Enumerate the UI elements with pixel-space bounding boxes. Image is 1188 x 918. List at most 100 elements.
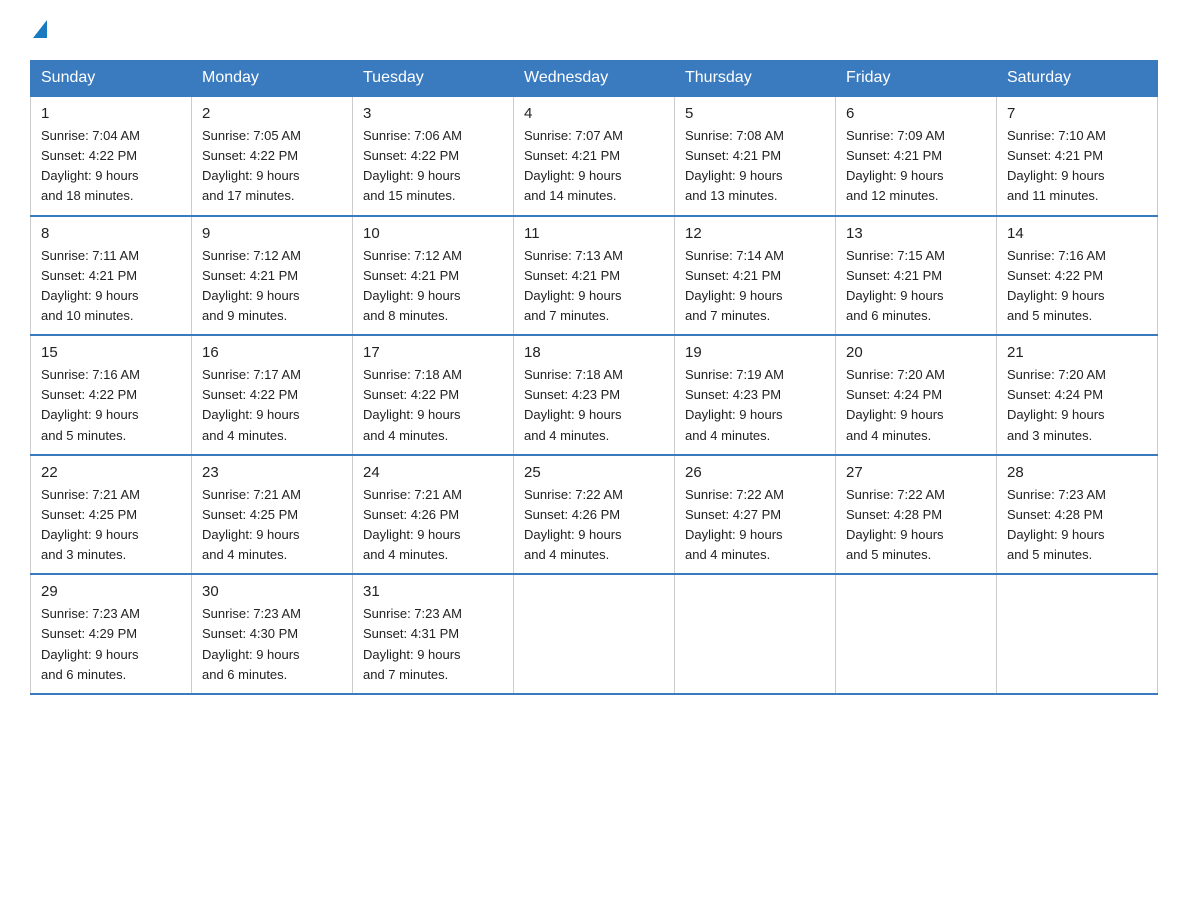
- day-info: Sunrise: 7:15 AMSunset: 4:21 PMDaylight:…: [846, 248, 945, 323]
- day-number: 31: [363, 583, 503, 600]
- calendar-cell: [514, 574, 675, 694]
- day-number: 5: [685, 105, 825, 122]
- calendar-week-row: 15 Sunrise: 7:16 AMSunset: 4:22 PMDaylig…: [31, 335, 1158, 455]
- day-number: 6: [846, 105, 986, 122]
- day-info: Sunrise: 7:23 AMSunset: 4:29 PMDaylight:…: [41, 606, 140, 681]
- day-number: 18: [524, 344, 664, 361]
- day-info: Sunrise: 7:23 AMSunset: 4:30 PMDaylight:…: [202, 606, 301, 681]
- day-info: Sunrise: 7:21 AMSunset: 4:26 PMDaylight:…: [363, 487, 462, 562]
- day-info: Sunrise: 7:06 AMSunset: 4:22 PMDaylight:…: [363, 128, 462, 203]
- day-info: Sunrise: 7:12 AMSunset: 4:21 PMDaylight:…: [363, 248, 462, 323]
- day-info: Sunrise: 7:16 AMSunset: 4:22 PMDaylight:…: [41, 367, 140, 442]
- day-number: 14: [1007, 225, 1147, 242]
- day-number: 20: [846, 344, 986, 361]
- day-number: 22: [41, 464, 181, 481]
- calendar-cell: 28 Sunrise: 7:23 AMSunset: 4:28 PMDaylig…: [997, 455, 1158, 575]
- day-info: Sunrise: 7:23 AMSunset: 4:31 PMDaylight:…: [363, 606, 462, 681]
- day-info: Sunrise: 7:04 AMSunset: 4:22 PMDaylight:…: [41, 128, 140, 203]
- day-number: 21: [1007, 344, 1147, 361]
- calendar-cell: 29 Sunrise: 7:23 AMSunset: 4:29 PMDaylig…: [31, 574, 192, 694]
- day-number: 8: [41, 225, 181, 242]
- calendar: SundayMondayTuesdayWednesdayThursdayFrid…: [30, 60, 1158, 695]
- calendar-cell: 22 Sunrise: 7:21 AMSunset: 4:25 PMDaylig…: [31, 455, 192, 575]
- day-info: Sunrise: 7:19 AMSunset: 4:23 PMDaylight:…: [685, 367, 784, 442]
- day-info: Sunrise: 7:21 AMSunset: 4:25 PMDaylight:…: [202, 487, 301, 562]
- calendar-cell: [675, 574, 836, 694]
- day-info: Sunrise: 7:20 AMSunset: 4:24 PMDaylight:…: [1007, 367, 1106, 442]
- day-info: Sunrise: 7:10 AMSunset: 4:21 PMDaylight:…: [1007, 128, 1106, 203]
- calendar-cell: 3 Sunrise: 7:06 AMSunset: 4:22 PMDayligh…: [353, 96, 514, 216]
- calendar-cell: [836, 574, 997, 694]
- calendar-cell: 18 Sunrise: 7:18 AMSunset: 4:23 PMDaylig…: [514, 335, 675, 455]
- calendar-cell: 9 Sunrise: 7:12 AMSunset: 4:21 PMDayligh…: [192, 216, 353, 336]
- calendar-week-row: 29 Sunrise: 7:23 AMSunset: 4:29 PMDaylig…: [31, 574, 1158, 694]
- day-number: 7: [1007, 105, 1147, 122]
- day-info: Sunrise: 7:18 AMSunset: 4:22 PMDaylight:…: [363, 367, 462, 442]
- day-info: Sunrise: 7:22 AMSunset: 4:28 PMDaylight:…: [846, 487, 945, 562]
- day-number: 4: [524, 105, 664, 122]
- day-info: Sunrise: 7:05 AMSunset: 4:22 PMDaylight:…: [202, 128, 301, 203]
- day-number: 25: [524, 464, 664, 481]
- day-info: Sunrise: 7:13 AMSunset: 4:21 PMDaylight:…: [524, 248, 623, 323]
- day-info: Sunrise: 7:09 AMSunset: 4:21 PMDaylight:…: [846, 128, 945, 203]
- calendar-cell: 16 Sunrise: 7:17 AMSunset: 4:22 PMDaylig…: [192, 335, 353, 455]
- day-info: Sunrise: 7:08 AMSunset: 4:21 PMDaylight:…: [685, 128, 784, 203]
- day-number: 2: [202, 105, 342, 122]
- day-number: 11: [524, 225, 664, 242]
- calendar-cell: 31 Sunrise: 7:23 AMSunset: 4:31 PMDaylig…: [353, 574, 514, 694]
- column-header-monday: Monday: [192, 61, 353, 97]
- calendar-cell: 7 Sunrise: 7:10 AMSunset: 4:21 PMDayligh…: [997, 96, 1158, 216]
- calendar-cell: 12 Sunrise: 7:14 AMSunset: 4:21 PMDaylig…: [675, 216, 836, 336]
- column-header-tuesday: Tuesday: [353, 61, 514, 97]
- day-info: Sunrise: 7:21 AMSunset: 4:25 PMDaylight:…: [41, 487, 140, 562]
- calendar-cell: 27 Sunrise: 7:22 AMSunset: 4:28 PMDaylig…: [836, 455, 997, 575]
- calendar-week-row: 8 Sunrise: 7:11 AMSunset: 4:21 PMDayligh…: [31, 216, 1158, 336]
- calendar-cell: 13 Sunrise: 7:15 AMSunset: 4:21 PMDaylig…: [836, 216, 997, 336]
- calendar-week-row: 1 Sunrise: 7:04 AMSunset: 4:22 PMDayligh…: [31, 96, 1158, 216]
- calendar-cell: 20 Sunrise: 7:20 AMSunset: 4:24 PMDaylig…: [836, 335, 997, 455]
- day-number: 19: [685, 344, 825, 361]
- day-number: 1: [41, 105, 181, 122]
- calendar-cell: [997, 574, 1158, 694]
- day-number: 13: [846, 225, 986, 242]
- logo: [30, 20, 47, 40]
- day-number: 29: [41, 583, 181, 600]
- calendar-cell: 15 Sunrise: 7:16 AMSunset: 4:22 PMDaylig…: [31, 335, 192, 455]
- day-info: Sunrise: 7:22 AMSunset: 4:27 PMDaylight:…: [685, 487, 784, 562]
- day-number: 28: [1007, 464, 1147, 481]
- day-number: 24: [363, 464, 503, 481]
- calendar-cell: 1 Sunrise: 7:04 AMSunset: 4:22 PMDayligh…: [31, 96, 192, 216]
- column-header-thursday: Thursday: [675, 61, 836, 97]
- calendar-cell: 8 Sunrise: 7:11 AMSunset: 4:21 PMDayligh…: [31, 216, 192, 336]
- calendar-week-row: 22 Sunrise: 7:21 AMSunset: 4:25 PMDaylig…: [31, 455, 1158, 575]
- day-info: Sunrise: 7:14 AMSunset: 4:21 PMDaylight:…: [685, 248, 784, 323]
- calendar-cell: 14 Sunrise: 7:16 AMSunset: 4:22 PMDaylig…: [997, 216, 1158, 336]
- column-header-friday: Friday: [836, 61, 997, 97]
- day-number: 17: [363, 344, 503, 361]
- calendar-cell: 21 Sunrise: 7:20 AMSunset: 4:24 PMDaylig…: [997, 335, 1158, 455]
- column-header-saturday: Saturday: [997, 61, 1158, 97]
- calendar-cell: 4 Sunrise: 7:07 AMSunset: 4:21 PMDayligh…: [514, 96, 675, 216]
- day-info: Sunrise: 7:23 AMSunset: 4:28 PMDaylight:…: [1007, 487, 1106, 562]
- calendar-cell: 2 Sunrise: 7:05 AMSunset: 4:22 PMDayligh…: [192, 96, 353, 216]
- day-number: 16: [202, 344, 342, 361]
- calendar-cell: 24 Sunrise: 7:21 AMSunset: 4:26 PMDaylig…: [353, 455, 514, 575]
- day-number: 23: [202, 464, 342, 481]
- day-number: 10: [363, 225, 503, 242]
- day-info: Sunrise: 7:12 AMSunset: 4:21 PMDaylight:…: [202, 248, 301, 323]
- calendar-cell: 26 Sunrise: 7:22 AMSunset: 4:27 PMDaylig…: [675, 455, 836, 575]
- calendar-cell: 25 Sunrise: 7:22 AMSunset: 4:26 PMDaylig…: [514, 455, 675, 575]
- day-info: Sunrise: 7:16 AMSunset: 4:22 PMDaylight:…: [1007, 248, 1106, 323]
- day-info: Sunrise: 7:07 AMSunset: 4:21 PMDaylight:…: [524, 128, 623, 203]
- day-number: 15: [41, 344, 181, 361]
- day-info: Sunrise: 7:18 AMSunset: 4:23 PMDaylight:…: [524, 367, 623, 442]
- calendar-cell: 6 Sunrise: 7:09 AMSunset: 4:21 PMDayligh…: [836, 96, 997, 216]
- calendar-cell: 19 Sunrise: 7:19 AMSunset: 4:23 PMDaylig…: [675, 335, 836, 455]
- calendar-header-row: SundayMondayTuesdayWednesdayThursdayFrid…: [31, 61, 1158, 97]
- day-info: Sunrise: 7:11 AMSunset: 4:21 PMDaylight:…: [41, 248, 139, 323]
- calendar-cell: 10 Sunrise: 7:12 AMSunset: 4:21 PMDaylig…: [353, 216, 514, 336]
- logo-triangle-icon: [33, 20, 47, 38]
- calendar-cell: 30 Sunrise: 7:23 AMSunset: 4:30 PMDaylig…: [192, 574, 353, 694]
- day-info: Sunrise: 7:17 AMSunset: 4:22 PMDaylight:…: [202, 367, 301, 442]
- calendar-cell: 5 Sunrise: 7:08 AMSunset: 4:21 PMDayligh…: [675, 96, 836, 216]
